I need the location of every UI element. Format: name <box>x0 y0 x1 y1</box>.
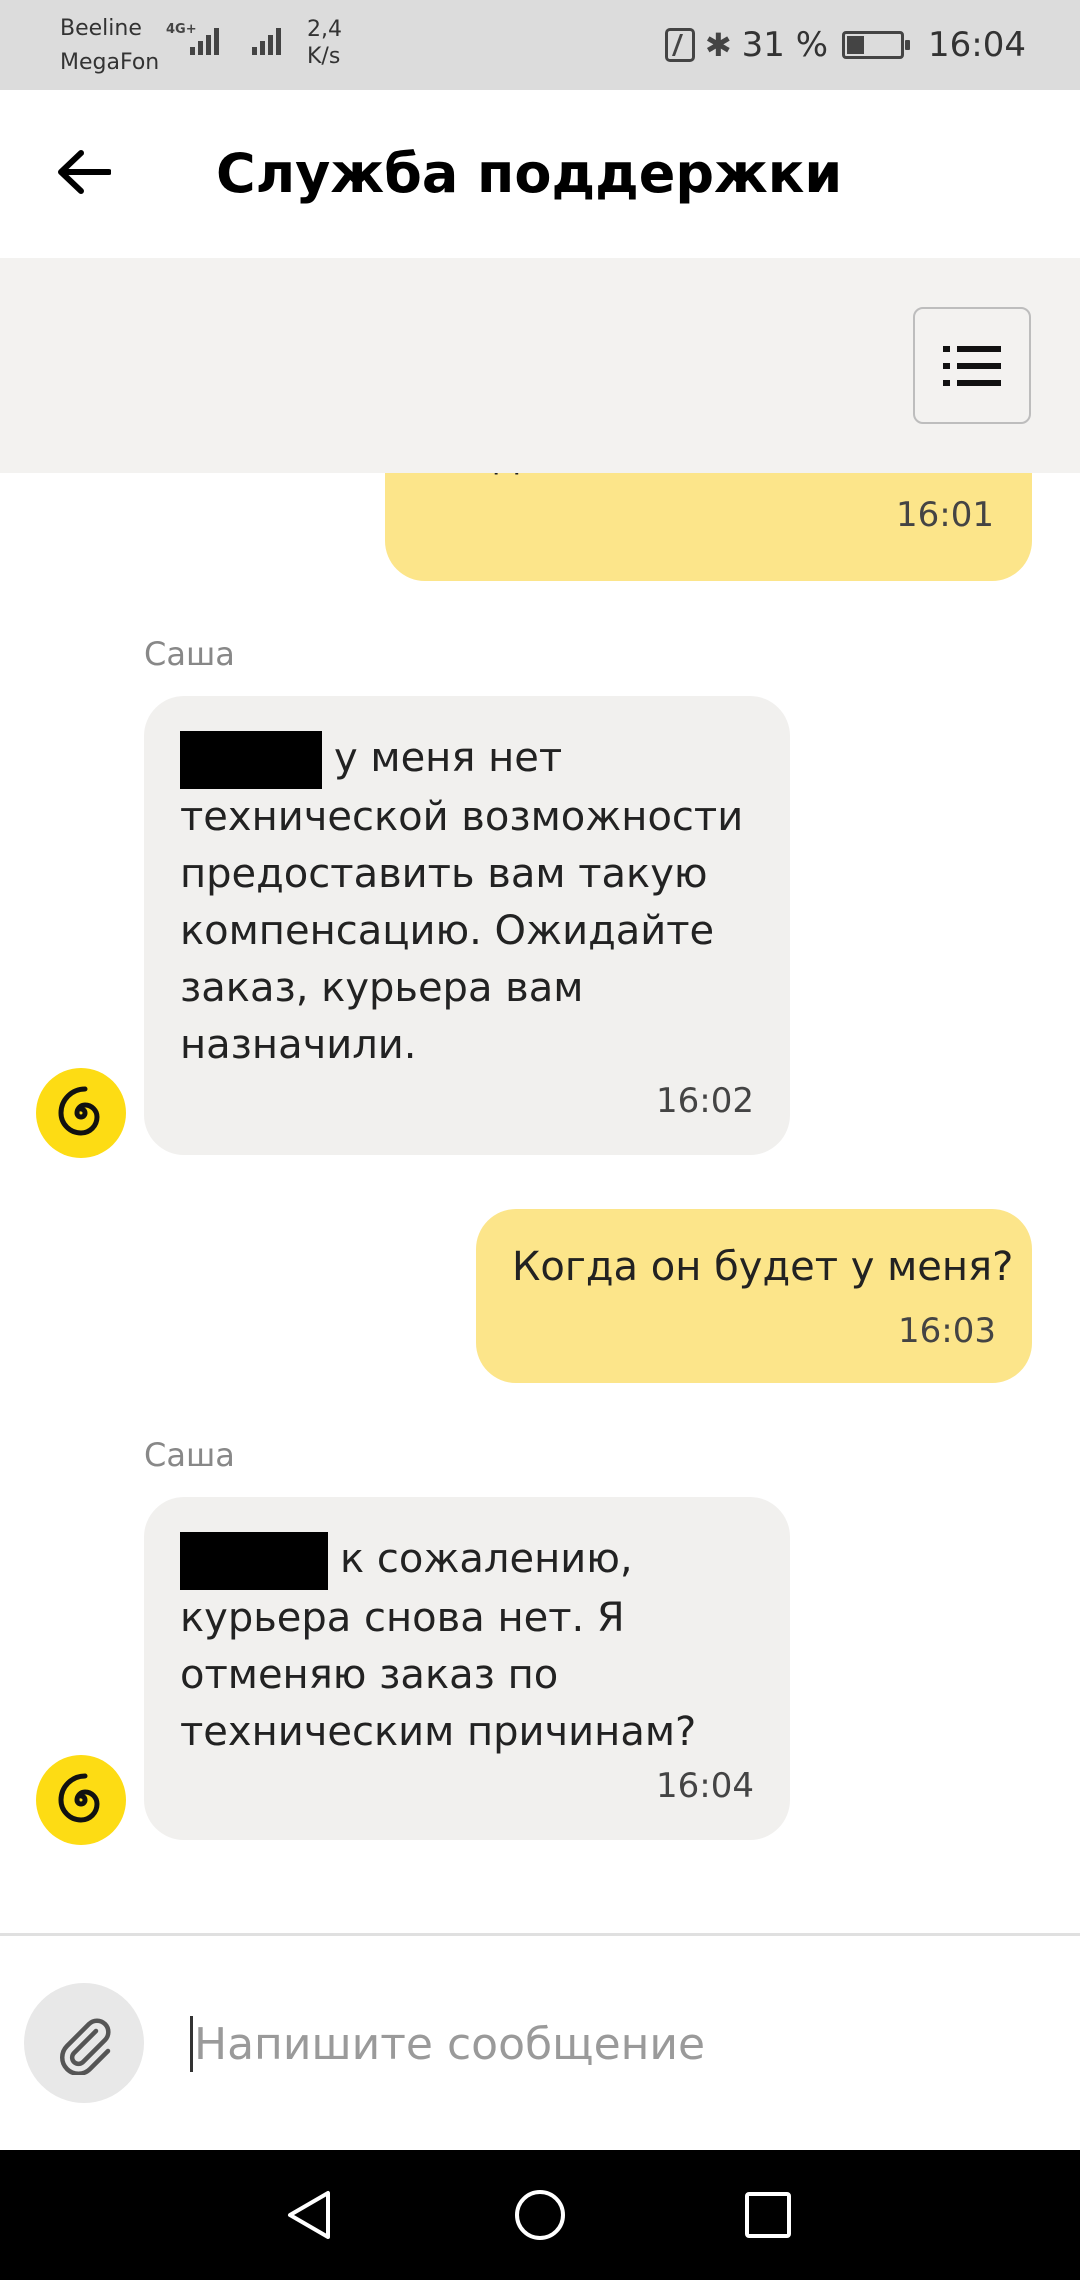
battery-level <box>847 36 865 54</box>
message-text-first: у меня нет <box>334 735 563 781</box>
avatar <box>36 1755 126 1845</box>
battery-percent: 31 % <box>741 25 829 65</box>
text-cursor <box>190 2016 193 2072</box>
message-text: у меня нет технической возможности предо… <box>180 730 760 1074</box>
message-input[interactable] <box>194 2008 1034 2080</box>
message-text-rest: курьера снова нет. Я отменяю заказ по те… <box>180 1595 697 1755</box>
system-nav-bar <box>0 2150 1080 2280</box>
message-incoming: у меня нет технической возможности предо… <box>144 696 790 1155</box>
menu-button[interactable] <box>913 307 1031 424</box>
message-text-first: к сожалению, <box>340 1536 633 1582</box>
message-time: 16:03 <box>898 1311 996 1351</box>
status-time: 16:04 <box>928 25 1026 65</box>
signal-icon <box>190 28 219 55</box>
recents-nav-icon <box>745 2192 791 2238</box>
chat-toolbar <box>0 258 1080 473</box>
message-time: 16:01 <box>896 495 994 535</box>
speed-value: 2,4 <box>307 17 342 42</box>
battery-icon <box>842 31 911 59</box>
redacted-block <box>180 1532 328 1590</box>
sender-name: Саша <box>144 635 235 673</box>
message-outgoing: Когда он будет у меня? 16:03 <box>476 1209 1032 1383</box>
list-menu-icon <box>943 345 1001 386</box>
sender-name: Саша <box>144 1436 235 1474</box>
redacted-block <box>180 731 322 789</box>
speed-unit: K/s <box>307 44 341 69</box>
spiral-logo-icon <box>58 1773 100 1823</box>
home-nav-icon <box>515 2190 565 2240</box>
message-time: 16:04 <box>656 1766 754 1806</box>
message-text: к сожалению, курьера снова нет. Я отменя… <box>180 1531 760 1761</box>
message-text-rest: технической возможности предоставить вам… <box>180 794 744 1068</box>
carrier-1: Beeline <box>60 16 142 41</box>
back-nav-button[interactable] <box>270 2175 350 2255</box>
message-composer <box>0 1936 1080 2150</box>
signal-icon-2 <box>252 28 281 55</box>
carrier-2: MegaFon <box>60 50 160 75</box>
support-chat-screen: Beeline MegaFon 4G+ 2,4 K/s ✱ 31 % 16:04… <box>0 0 1080 2280</box>
message-time: 16:02 <box>656 1081 754 1121</box>
recents-nav-button[interactable] <box>728 2175 808 2255</box>
arrow-left-icon <box>58 150 111 194</box>
nfc-icon <box>664 28 695 62</box>
message-text: Когда он будет у меня? <box>512 1244 1014 1290</box>
spiral-logo-icon <box>58 1086 100 1136</box>
avatar <box>36 1068 126 1158</box>
bluetooth-icon: ✱ <box>704 26 732 64</box>
back-button[interactable] <box>48 136 120 208</box>
message-incoming: к сожалению, курьера снова нет. Я отменя… <box>144 1497 790 1840</box>
chat-area[interactable]: когда отменяйте? 16:01 Саша у меня нет <box>0 258 1080 1933</box>
status-right-group: ✱ 31 % 16:04 <box>664 20 1026 70</box>
attach-button[interactable] <box>24 1983 144 2103</box>
paperclip-icon <box>59 2018 111 2075</box>
back-nav-icon <box>288 2191 330 2239</box>
status-bar: Beeline MegaFon 4G+ 2,4 K/s ✱ 31 % 16:04 <box>0 0 1080 90</box>
app-header: Служба поддержки <box>0 90 1080 258</box>
home-nav-button[interactable] <box>500 2175 580 2255</box>
page-title: Служба поддержки <box>216 142 843 205</box>
